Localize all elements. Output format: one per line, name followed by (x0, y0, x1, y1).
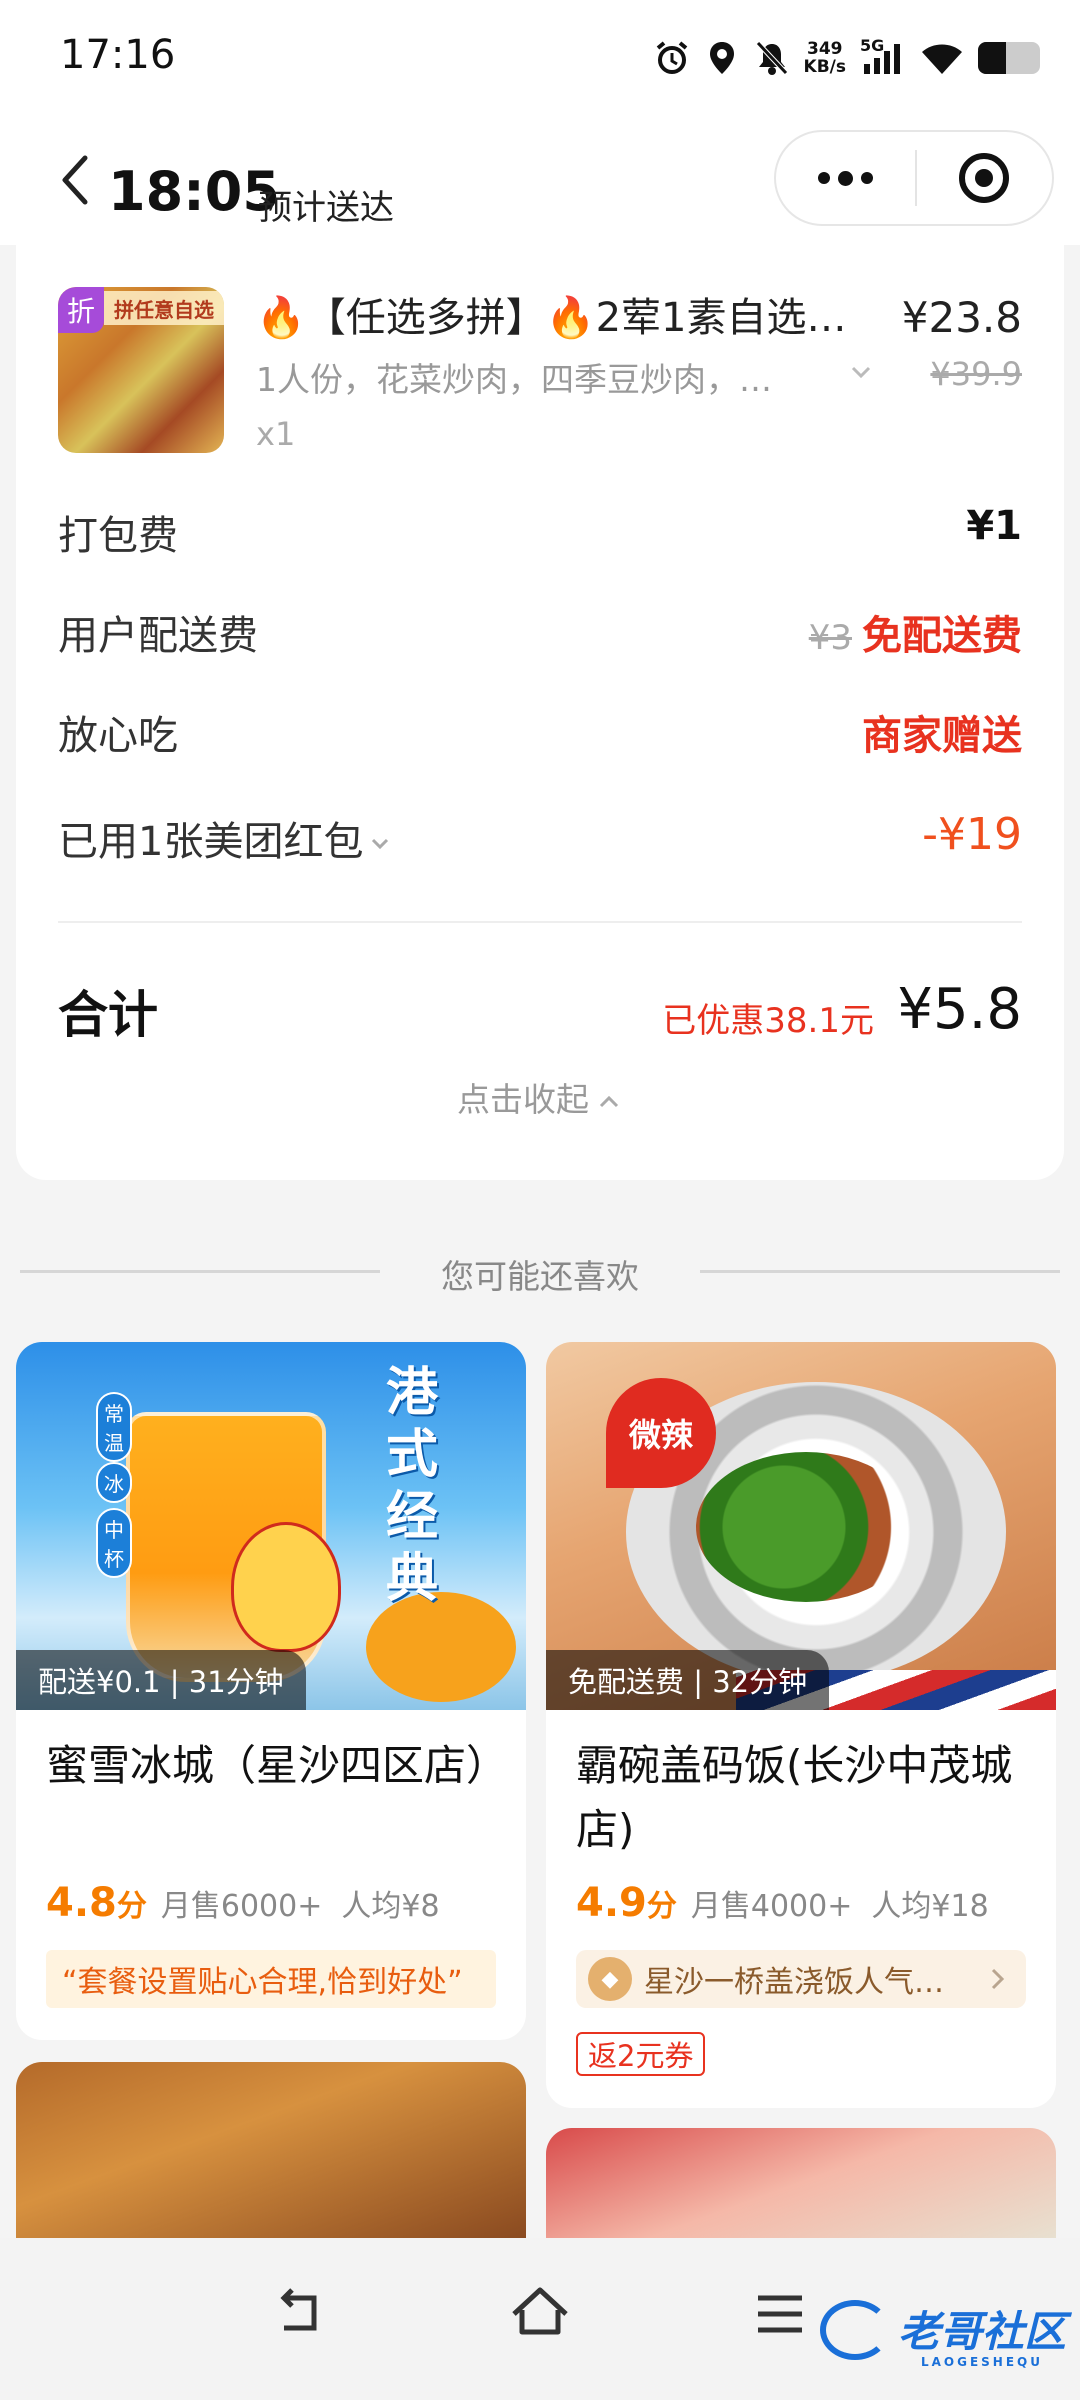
location-icon (704, 40, 740, 76)
temp-tag: 常温 (96, 1392, 132, 1462)
chevron-down-icon (372, 838, 389, 850)
close-mini-program-button[interactable] (917, 132, 1052, 224)
delivery-fee-value: ¥3 免配送费 (809, 603, 1022, 661)
collapse-button[interactable]: 点击收起 (16, 1073, 1064, 1121)
shop-card-partial[interactable] (546, 2128, 1056, 2238)
eta-label: 预计送达 (258, 188, 394, 228)
spicy-tag: 微辣 (606, 1378, 716, 1488)
total-amount: ¥5.8 (897, 977, 1022, 1042)
thumb-banner: 拼任意自选 (104, 291, 224, 325)
total-saved: 已优惠38.1元 (662, 1001, 874, 1041)
score-unit: 分 (116, 1889, 147, 1924)
ice-tag: 冰 (96, 1462, 132, 1503)
section-divider-right (700, 1270, 1060, 1273)
order-detail-card: 折 拼任意自选 🔥【任选多拼】🔥2荤1素自选… 1人份，花菜炒肉，四季豆炒肉，…… (16, 245, 1064, 1180)
shop-score: 4.9 (576, 1880, 647, 1926)
review-quote: “套餐设置贴心合理,恰到好处” (46, 1950, 496, 2008)
rank-banner[interactable]: ◆ 星沙一桥盖浇饭人气… (576, 1950, 1026, 2008)
pepper-pork-dish (696, 1452, 916, 1602)
medal-icon: ◆ (588, 1957, 632, 2001)
system-nav-bar: 老哥社区 LAOGESHEQU (0, 2238, 1080, 2400)
battery-icon (978, 42, 1040, 74)
delivery-fee-label: 用户配送费 (58, 613, 258, 659)
divider (58, 921, 1022, 923)
collapse-label: 点击收起 (457, 1080, 589, 1119)
total-label: 合计 (58, 986, 158, 1044)
chevron-right-icon (991, 1968, 1005, 1990)
more-dot-icon (818, 172, 830, 184)
delivery-badge: 配送¥0.1 | 31分钟 (16, 1650, 306, 1710)
eta-time: 18:05 (108, 160, 280, 223)
packing-fee-label: 打包费 (58, 513, 178, 559)
delivery-fee-original: ¥3 (808, 618, 852, 658)
network-speed: 349 KB/s (803, 39, 846, 77)
assurance-label: 放心吃 (58, 713, 178, 759)
size-tag: 中杯 (96, 1508, 132, 1578)
shop-meta: 4.9分 月售4000+ 人均¥18 (576, 1880, 989, 1926)
shop-card-partial[interactable] (16, 2062, 526, 2238)
shop-photo[interactable]: 微辣 免配送费 | 32分钟 (546, 1342, 1056, 1710)
mini-program-capsule (774, 130, 1054, 226)
more-dot-icon (838, 170, 853, 186)
coupon-label: 已用1张美团红包 (58, 819, 364, 865)
item-price: ¥23.8 (901, 293, 1022, 342)
watermark-text: 老哥社区 (897, 2307, 1066, 2356)
shop-score: 4.8 (46, 1880, 117, 1926)
packing-fee-value: ¥1 (966, 503, 1022, 549)
back-button[interactable] (50, 150, 100, 210)
packing-fee-row: 打包费 ¥1 (58, 503, 1022, 563)
avg-price: 人均¥8 (341, 1889, 440, 1924)
mute-bell-icon (754, 40, 790, 76)
discount-tag: 折 (58, 287, 104, 333)
target-icon (959, 153, 1010, 203)
status-icons: 349 KB/s 5G (654, 30, 1040, 86)
rank-text: 星沙一桥盖浇饭人气… (644, 1965, 944, 2000)
coupon-label-wrap: 已用1张美团红包 (58, 809, 393, 867)
shop-card[interactable]: 微辣 免配送费 | 32分钟 霸碗盖码饭(长沙中茂城店) 4.9分 月售4000+… (546, 1342, 1056, 2108)
page-header: 18:05 预计送达 (0, 120, 1080, 245)
item-name[interactable]: 🔥【任选多拼】🔥2荤1素自选… (256, 285, 896, 343)
wifi-icon (920, 40, 964, 76)
delivery-fee-row: 用户配送费 ¥3 免配送费 (58, 603, 1022, 663)
avg-price: 人均¥18 (871, 1889, 989, 1924)
battery-level (978, 42, 1006, 74)
shop-card[interactable]: 港式经典 常温 冰 中杯 配送¥0.1 | 31分钟 蜜雪冰城（星沙四区店） 4… (16, 1342, 526, 2040)
coupon-row[interactable]: 已用1张美团红包 -¥19 (58, 809, 1022, 869)
watermark-subtext: LAOGESHEQU (920, 2355, 1043, 2369)
more-menu-button[interactable] (776, 132, 915, 224)
item-qty: x1 (256, 415, 296, 453)
delivery-badge: 免配送费 | 32分钟 (546, 1650, 830, 1710)
photo-slogan: 港式经典 (386, 1363, 439, 1609)
item-desc: 1人份，花菜炒肉，四季豆炒肉，… (256, 360, 772, 399)
coupon-value: -¥19 (922, 809, 1022, 860)
watermark-logo-icon (820, 2300, 890, 2360)
alarm-icon (654, 40, 690, 76)
status-time: 17:16 (60, 32, 176, 78)
watermark: 老哥社区 LAOGESHEQU (898, 2298, 1066, 2369)
shop-photo[interactable]: 港式经典 常温 冰 中杯 配送¥0.1 | 31分钟 (16, 1342, 526, 1710)
assurance-row: 放心吃 商家赠送 (58, 703, 1022, 763)
snow-king-mascot (231, 1522, 341, 1652)
assurance-value: 商家赠送 (862, 713, 1022, 759)
item-thumbnail[interactable]: 折 拼任意自选 (58, 287, 224, 453)
shop-name: 蜜雪冰城（星沙四区店） (46, 1741, 509, 1790)
free-delivery-text: 免配送费 (862, 613, 1022, 659)
menu-nav-icon[interactable] (750, 2284, 810, 2344)
shop-name: 霸碗盖码饭(长沙中茂城店) (576, 1741, 1013, 1854)
home-nav-icon[interactable] (510, 2284, 570, 2344)
shop-meta: 4.8分 月售6000+ 人均¥8 (46, 1880, 440, 1926)
chevron-up-icon (599, 1095, 619, 1107)
back-nav-icon[interactable] (270, 2284, 330, 2344)
score-unit: 分 (646, 1889, 677, 1924)
recommend-title: 您可能还喜欢 (441, 1257, 639, 1296)
cashback-coupon-tag: 返2元券 (576, 2032, 706, 2076)
status-bar: 17:16 349 KB/s 5G (0, 0, 1080, 120)
item-original-price: ¥39.9 (930, 355, 1022, 393)
monthly-sales: 月售4000+ (690, 1889, 853, 1924)
signal-5g-icon: 5G (860, 36, 906, 76)
chevron-down-icon[interactable] (846, 357, 876, 387)
more-dot-icon (861, 172, 873, 184)
monthly-sales: 月售6000+ (160, 1889, 323, 1924)
chevron-left-icon (62, 155, 88, 205)
